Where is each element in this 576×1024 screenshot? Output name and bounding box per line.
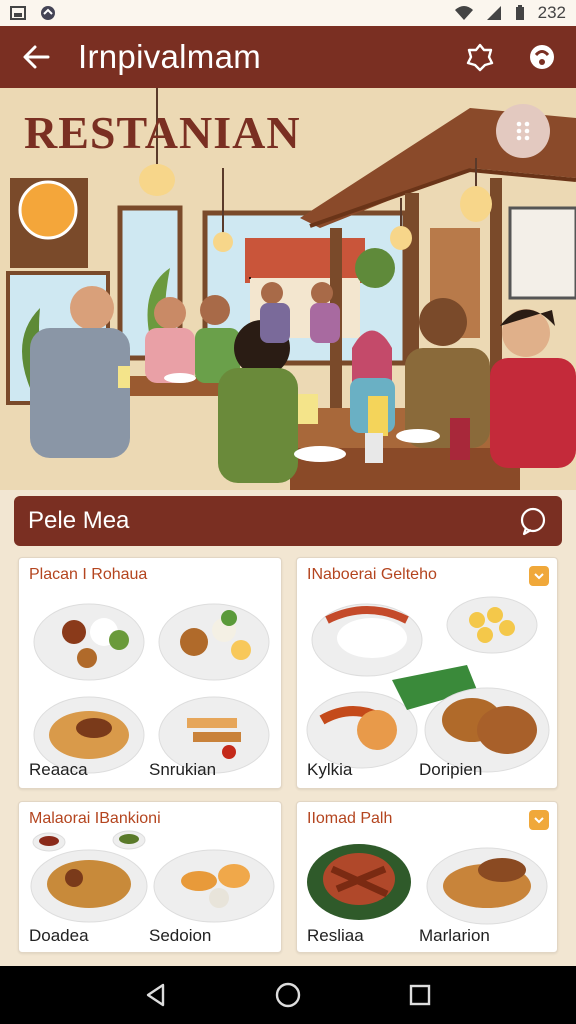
menu-card[interactable]: IIomad Palh Resliaa Marlarion (296, 801, 558, 953)
grid-menu-button[interactable] (496, 104, 550, 158)
nav-recents-button[interactable] (400, 975, 440, 1015)
gallery-icon (10, 6, 26, 20)
square-recents-icon (409, 984, 431, 1006)
app-bar: Irnpivalmam (0, 26, 576, 88)
dish-label: Kylkia (307, 760, 353, 779)
dish-image (306, 596, 550, 773)
back-button[interactable] (16, 37, 56, 77)
menu-card[interactable]: Placan I Rohaua Reaaca Snrukian (18, 557, 282, 789)
dish-label: Reaaca (29, 760, 88, 779)
dish-image (307, 844, 548, 925)
dish-label: Doripien (419, 760, 483, 779)
dish-image (30, 830, 275, 923)
profile-button[interactable] (524, 39, 560, 75)
face-icon (530, 45, 554, 69)
dish-image (33, 603, 270, 774)
section-title: Pele Mea (28, 507, 130, 534)
status-time: 232 (537, 3, 566, 22)
status-bar: 232 (0, 0, 576, 26)
hero-banner: RESTANIAN (0, 88, 576, 490)
menu-card[interactable]: Malaorai IBankioni Doadea Sedoion (18, 801, 282, 953)
chat-bubble-icon[interactable] (518, 506, 548, 536)
nav-back-button[interactable] (136, 975, 176, 1015)
battery-icon (515, 5, 524, 20)
dish-label: Resliaa (307, 926, 364, 945)
dots-grid-icon (516, 121, 530, 141)
dish-label: Doadea (29, 926, 89, 945)
arrow-left-icon (23, 45, 50, 69)
section-header: Pele Mea (14, 496, 562, 546)
dish-label: Marlarion (419, 926, 490, 945)
favorite-button[interactable] (462, 39, 498, 75)
menu-card[interactable]: INaboerai Gelteho Kylkia Doripien (296, 557, 558, 789)
dish-label: Snrukian (149, 760, 217, 779)
system-nav-bar (0, 966, 576, 1024)
nav-home-button[interactable] (268, 975, 308, 1015)
circle-home-icon (275, 982, 301, 1008)
dish-label: Sedoion (149, 926, 212, 945)
triangle-back-icon (146, 983, 165, 1007)
badge-star-icon (466, 43, 494, 72)
signal-icon (486, 6, 501, 20)
wifi-icon (454, 6, 473, 20)
app-notification-icon (41, 6, 55, 20)
hero-title: RESTANIAN (24, 107, 301, 158)
app-title: Irnpivalmam (78, 38, 262, 75)
